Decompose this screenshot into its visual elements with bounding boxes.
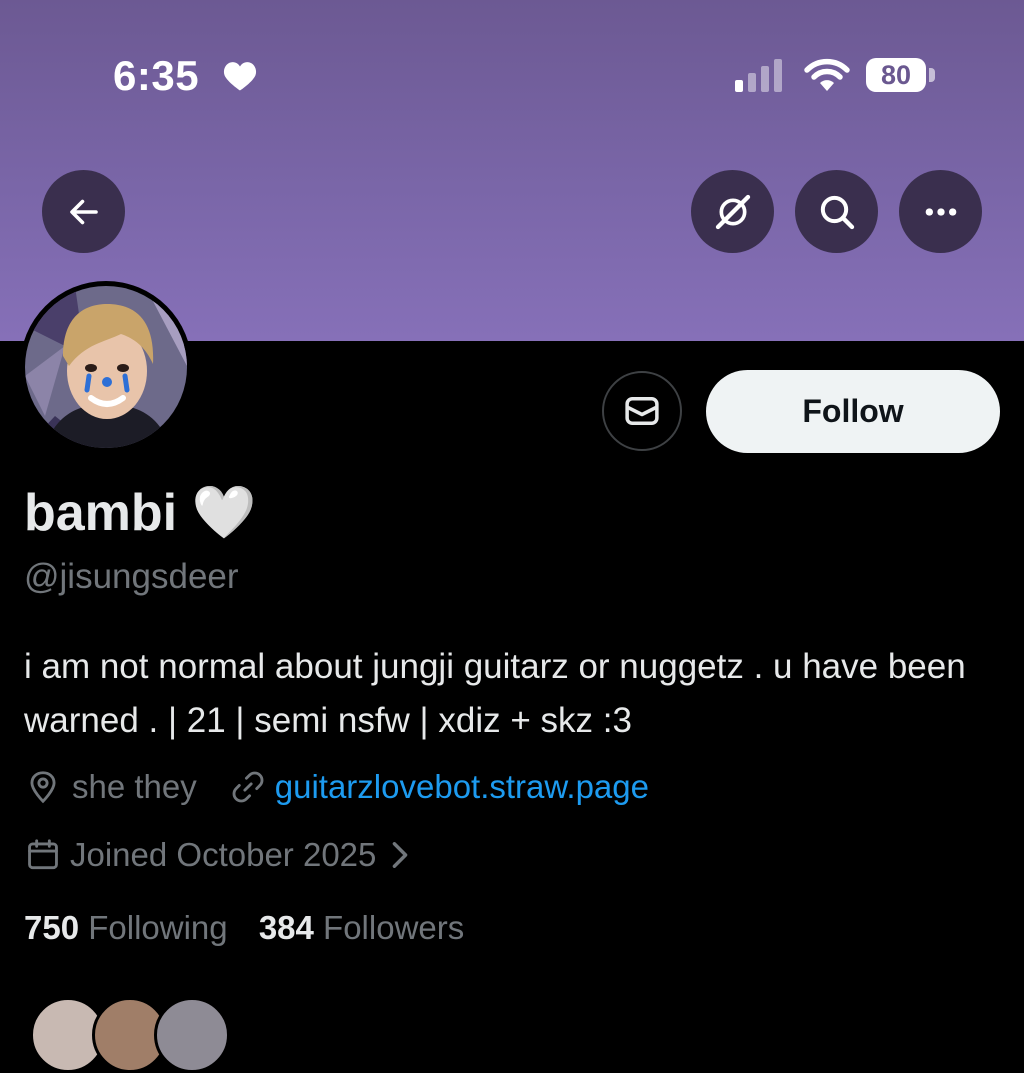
envelope-icon — [625, 397, 659, 425]
avatar-photo — [25, 286, 187, 448]
following-link[interactable]: 750 Following — [24, 909, 228, 946]
grok-button[interactable] — [691, 170, 774, 253]
joined-date: Joined October 2025 — [70, 836, 377, 873]
follow-button[interactable]: Follow — [706, 370, 1000, 453]
profile-bio: i am not normal about jungji guitarz or … — [24, 647, 966, 740]
search-icon — [820, 195, 854, 229]
profile-meta-row: she they guitarzlovebot.straw.page — [24, 768, 649, 806]
link-icon — [232, 771, 264, 803]
avatar[interactable] — [20, 281, 192, 453]
avatar — [154, 997, 230, 1073]
battery-indicator: 80 — [866, 58, 926, 92]
following-label: Following — [88, 909, 228, 946]
message-button[interactable] — [602, 371, 682, 451]
back-button[interactable] — [42, 170, 125, 253]
follow-counts: 750 Following 384 Followers — [24, 909, 464, 947]
arrow-left-icon — [69, 199, 98, 224]
chevron-right-icon — [393, 842, 408, 868]
grok-slash-icon — [715, 194, 750, 229]
display-name: bambi 🤍 — [24, 484, 257, 542]
status-time: 6:35 — [113, 52, 200, 99]
profile-location: she they — [72, 768, 197, 805]
location-pin-icon — [30, 771, 56, 804]
cellular-signal-icon — [735, 59, 782, 92]
joined-row[interactable]: Joined October 2025 — [24, 836, 412, 874]
more-button[interactable] — [899, 170, 982, 253]
followers-label: Followers — [323, 909, 465, 946]
heart-icon — [223, 62, 257, 91]
search-button[interactable] — [795, 170, 878, 253]
following-count: 750 — [24, 909, 80, 946]
followers-count: 384 — [258, 909, 314, 946]
wifi-icon — [804, 58, 850, 91]
more-horizontal-icon — [925, 207, 956, 216]
username-handle: @jisungsdeer — [24, 557, 239, 596]
calendar-icon — [28, 839, 58, 870]
battery-nub — [929, 68, 935, 82]
followers-link[interactable]: 384 Followers — [259, 909, 464, 946]
profile-website-link[interactable]: guitarzlovebot.straw.page — [275, 768, 649, 806]
